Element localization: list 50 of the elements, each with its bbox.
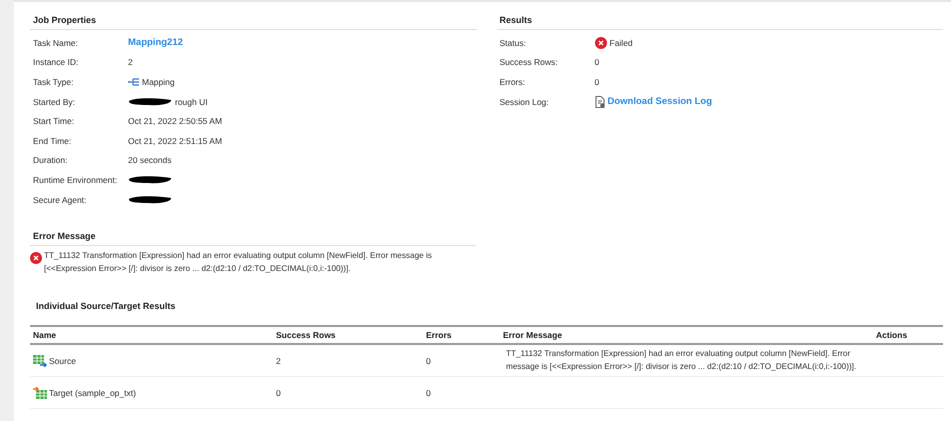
table-cell-text: 0 bbox=[425, 356, 432, 366]
property-value: Oct 21, 2022 2:51:15 AM bbox=[128, 136, 222, 146]
property-value: 0 bbox=[594, 76, 600, 87]
table-cell-text: 0 bbox=[425, 388, 432, 398]
table-cell: Source bbox=[49, 356, 76, 366]
property-value: Mapping bbox=[142, 76, 175, 87]
property-value: Oct 21, 2022 2:50:55 AM bbox=[128, 116, 222, 126]
property-value: 2 bbox=[128, 57, 133, 68]
section-title: Results bbox=[496, 15, 943, 30]
property-label: Errors: bbox=[500, 76, 526, 87]
property-label: Success Rows: bbox=[500, 57, 559, 68]
property-label: Start Time: bbox=[33, 116, 76, 126]
property-label: Duration: bbox=[33, 155, 68, 166]
column-header: Name bbox=[32, 330, 58, 340]
mapping-icon bbox=[128, 78, 139, 86]
column-header: Success Rows bbox=[275, 330, 337, 340]
redaction-mark bbox=[128, 97, 172, 106]
property-label: Session Log: bbox=[500, 96, 550, 107]
property-value: rough UI bbox=[175, 96, 208, 107]
download-link[interactable]: Download Session Log bbox=[608, 96, 712, 108]
table-cell: Target (sample_op_txt) bbox=[49, 388, 136, 398]
target-table-icon bbox=[33, 386, 47, 399]
error-icon bbox=[594, 36, 606, 49]
table-cell-text: TT_11132 Transformation [Expression] had an error evaluating output column [NewField]. Error message is [<<Expression Error>> [/]: divisor is zero ... d2:(d2:10 / d2:TO_DECIMAL(i:0,i:-100))]. bbox=[505, 348, 858, 373]
property-label: Runtime Environment: bbox=[33, 174, 118, 185]
table-cell-text: 2 bbox=[275, 356, 282, 366]
error-icon bbox=[30, 252, 42, 264]
error-text: TT_11132 Transformation [Expression] had an error evaluating output column [NewField]. Error message is [<<Expression Error>> [/]: divisor is zero ... d2:(d2:10 / d2:TO_DECIMAL(i:0,i:-100))]. bbox=[44, 250, 433, 276]
redaction-mark bbox=[128, 175, 172, 184]
table-cell-text: 0 bbox=[275, 388, 282, 398]
property-label: Started By: bbox=[33, 96, 76, 107]
property-label: Task Name: bbox=[33, 38, 79, 48]
column-header: Error Message bbox=[502, 330, 564, 340]
property-label: Status: bbox=[500, 38, 527, 48]
section-title: Job Properties bbox=[30, 15, 476, 30]
column-header: Errors bbox=[425, 330, 453, 340]
task-name-link[interactable]: Mapping212 bbox=[128, 37, 183, 48]
table-icon bbox=[33, 354, 47, 367]
section-title: Error Message bbox=[30, 231, 476, 246]
column-header: Actions bbox=[875, 330, 908, 340]
property-label: Instance ID: bbox=[33, 57, 80, 68]
property-value: 20 seconds bbox=[128, 155, 172, 166]
property-value: 0 bbox=[594, 57, 600, 68]
property-label: Secure Agent: bbox=[33, 194, 88, 205]
status-value: Failed bbox=[610, 38, 633, 48]
redaction-mark bbox=[128, 195, 172, 204]
property-label: End Time: bbox=[33, 136, 72, 146]
document-icon bbox=[594, 96, 604, 108]
section-title: Individual Source/Target Results bbox=[36, 301, 176, 312]
property-label: Task Type: bbox=[33, 76, 74, 87]
